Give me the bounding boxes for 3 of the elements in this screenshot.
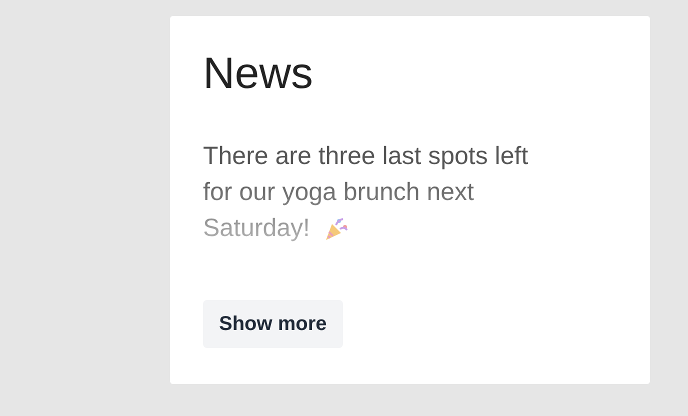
party-popper-icon — [323, 216, 349, 242]
show-more-button[interactable]: Show more — [203, 300, 343, 348]
card-title: News — [203, 50, 314, 98]
